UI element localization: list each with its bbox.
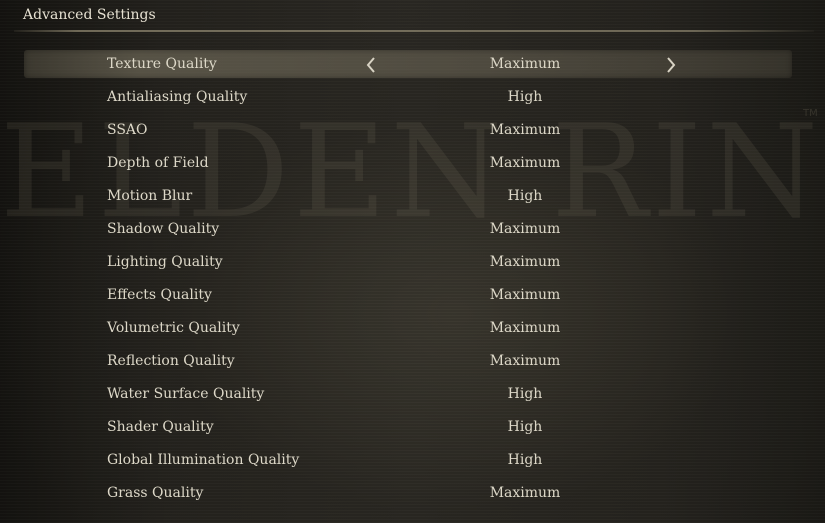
setting-row-motion-blur[interactable]: Motion Blur High [0, 180, 825, 213]
setting-value: Maximum [489, 254, 561, 270]
setting-label: Volumetric Quality [107, 320, 240, 336]
setting-label: Shader Quality [107, 419, 214, 435]
chevron-left-icon[interactable] [364, 48, 378, 81]
setting-row-global-illumination-quality[interactable]: Global Illumination Quality High [0, 444, 825, 477]
setting-value: Maximum [489, 485, 561, 501]
setting-value: Maximum [489, 221, 561, 237]
setting-value: Maximum [489, 155, 561, 171]
setting-label: SSAO [107, 122, 148, 138]
setting-label: Water Surface Quality [107, 386, 265, 402]
page-title: Advanced Settings [23, 7, 156, 23]
setting-label: Grass Quality [107, 485, 204, 501]
setting-row-lighting-quality[interactable]: Lighting Quality Maximum [0, 246, 825, 279]
setting-label: Effects Quality [107, 287, 212, 303]
setting-row-effects-quality[interactable]: Effects Quality Maximum [0, 279, 825, 312]
setting-label: Motion Blur [107, 188, 193, 204]
setting-value: Maximum [489, 56, 561, 72]
setting-row-texture-quality[interactable]: Texture Quality Maximum [0, 48, 825, 81]
setting-label: Lighting Quality [107, 254, 223, 270]
chevron-right-icon[interactable] [664, 48, 678, 81]
setting-row-volumetric-quality[interactable]: Volumetric Quality Maximum [0, 312, 825, 345]
setting-label: Depth of Field [107, 155, 209, 171]
setting-row-reflection-quality[interactable]: Reflection Quality Maximum [0, 345, 825, 378]
setting-value: High [507, 386, 543, 402]
setting-value: High [507, 89, 543, 105]
setting-label: Reflection Quality [107, 353, 235, 369]
setting-label: Texture Quality [107, 56, 217, 72]
setting-row-grass-quality[interactable]: Grass Quality Maximum [0, 477, 825, 510]
setting-row-water-surface-quality[interactable]: Water Surface Quality High [0, 378, 825, 411]
setting-value: Maximum [489, 320, 561, 336]
setting-label: Global Illumination Quality [107, 452, 300, 468]
setting-label: Shadow Quality [107, 221, 220, 237]
setting-label: Antialiasing Quality [107, 89, 248, 105]
setting-value: Maximum [489, 122, 561, 138]
setting-row-shader-quality[interactable]: Shader Quality High [0, 411, 825, 444]
setting-value: Maximum [489, 353, 561, 369]
header-divider [14, 30, 814, 32]
setting-row-antialiasing-quality[interactable]: Antialiasing Quality High [0, 81, 825, 114]
setting-row-shadow-quality[interactable]: Shadow Quality Maximum [0, 213, 825, 246]
setting-value: High [507, 188, 543, 204]
setting-value: Maximum [489, 287, 561, 303]
setting-row-ssao[interactable]: SSAO Maximum [0, 114, 825, 147]
setting-value: High [507, 452, 543, 468]
setting-row-depth-of-field[interactable]: Depth of Field Maximum [0, 147, 825, 180]
settings-list: Texture Quality Maximum Antialiasing Qua… [0, 48, 825, 510]
setting-value: High [507, 419, 543, 435]
